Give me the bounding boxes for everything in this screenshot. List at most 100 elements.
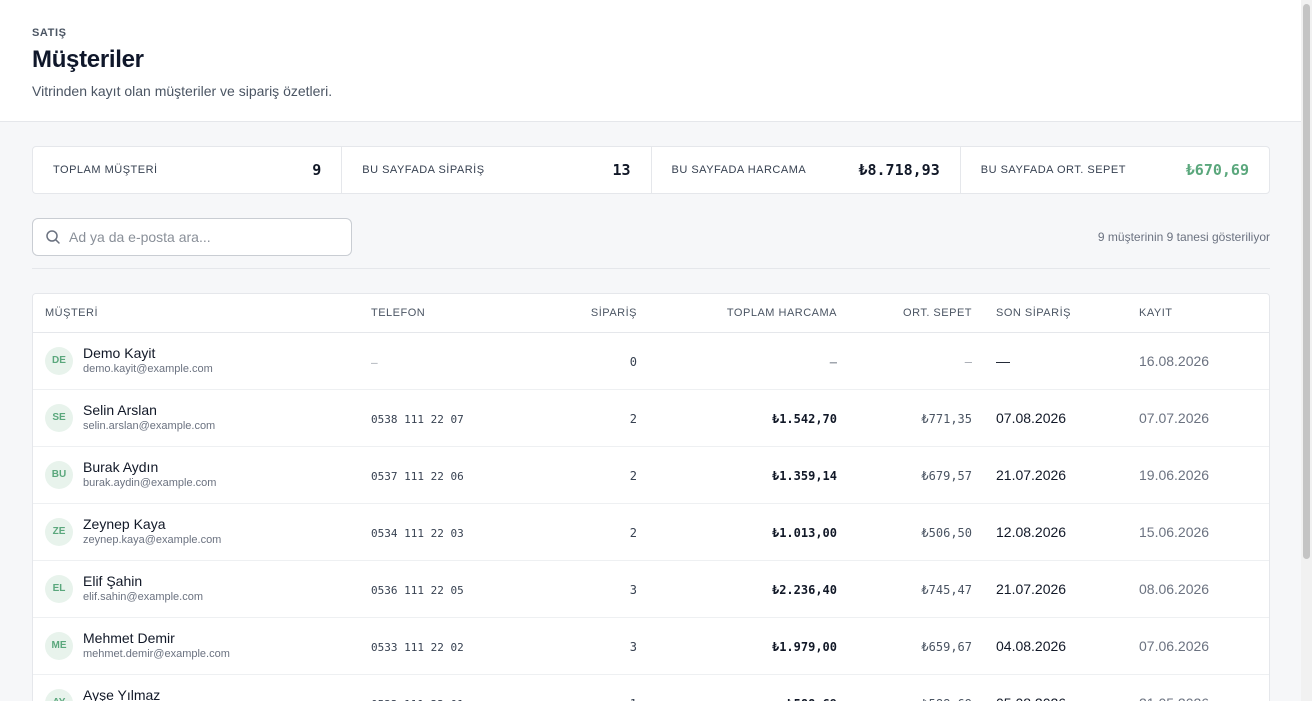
phone-value: 0536 111 22 05 bbox=[371, 583, 464, 597]
total-spend-value: ₺1.979,00 bbox=[771, 639, 837, 654]
customer-cell: AY Ayşe Yılmaz ayse.yilmaz@example.com bbox=[45, 686, 359, 701]
customer-email: mehmet.demir@example.com bbox=[83, 648, 230, 660]
table-row[interactable]: BU Burak Aydın burak.aydin@example.com 0… bbox=[33, 446, 1269, 504]
table-row[interactable]: ME Mehmet Demir mehmet.demir@example.com… bbox=[33, 617, 1269, 675]
stat-label: TOPLAM MÜŞTERİ bbox=[53, 164, 158, 176]
orders-value: 3 bbox=[629, 639, 637, 654]
customer-email: demo.kayit@example.com bbox=[83, 363, 213, 375]
avg-basket-value: ₺659,67 bbox=[921, 639, 972, 654]
registered-value: 07.06.2026 bbox=[1139, 637, 1210, 654]
customer-email: burak.aydin@example.com bbox=[83, 477, 217, 489]
col-total-spend[interactable]: TOPLAM HARCAMA bbox=[637, 294, 837, 333]
avatar: DE bbox=[45, 346, 73, 375]
total-spend-value: ₺588,69 bbox=[786, 697, 837, 701]
avg-basket-value: ₺588,69 bbox=[921, 697, 972, 701]
last-order-value: 21.07.2026 bbox=[996, 580, 1067, 597]
table-row[interactable]: ZE Zeynep Kaya zeynep.kaya@example.com 0… bbox=[33, 503, 1269, 561]
avatar: SE bbox=[45, 403, 73, 432]
last-order-value: 05.08.2026 bbox=[996, 695, 1066, 701]
last-order-value: — bbox=[996, 352, 1010, 369]
registered-value: 19.06.2026 bbox=[1139, 466, 1210, 483]
avatar: BU bbox=[45, 460, 73, 489]
total-spend-value: ₺1.359,14 bbox=[771, 468, 837, 483]
registered-value: 08.06.2026 bbox=[1139, 580, 1210, 597]
page-scrollbar[interactable] bbox=[1301, 0, 1312, 701]
last-order-value: 21.07.2026 bbox=[996, 466, 1067, 483]
orders-value: 2 bbox=[629, 468, 637, 483]
last-order-value: 04.08.2026 bbox=[996, 637, 1067, 654]
avatar: EL bbox=[45, 574, 73, 603]
divider bbox=[32, 268, 1270, 269]
stat-total-customers: TOPLAM MÜŞTERİ 9 bbox=[33, 147, 343, 193]
stat-value: ₺8.718,93 bbox=[858, 161, 940, 179]
customer-email: zeynep.kaya@example.com bbox=[83, 534, 222, 546]
phone-value: 0538 111 22 07 bbox=[371, 412, 464, 426]
section-eyebrow: SATIŞ bbox=[32, 27, 67, 39]
table-row[interactable]: EL Elif Şahin elif.sahin@example.com 053… bbox=[33, 560, 1269, 618]
customer-name[interactable]: Demo Kayit bbox=[83, 344, 213, 362]
customer-name[interactable]: Burak Aydın bbox=[83, 458, 216, 476]
col-avg-basket[interactable]: ORT. SEPET bbox=[837, 294, 972, 333]
orders-value: 1 bbox=[630, 697, 637, 701]
customer-name[interactable]: Selin Arslan bbox=[83, 401, 215, 419]
avg-basket-value: — bbox=[964, 354, 972, 369]
phone-value: 0533 111 22 02 bbox=[371, 640, 464, 654]
last-order-value: 07.08.2026 bbox=[996, 409, 1067, 426]
registered-value: 16.08.2026 bbox=[1139, 352, 1210, 369]
customer-cell: SE Selin Arslan selin.arslan@example.com bbox=[45, 401, 359, 434]
customer-cell: ZE Zeynep Kaya zeynep.kaya@example.com bbox=[45, 515, 359, 548]
col-customer[interactable]: MÜŞTERİ bbox=[33, 294, 359, 333]
registered-value: 07.07.2026 bbox=[1139, 409, 1210, 426]
page-subtitle: Vitrinden kayıt olan müşteriler ve sipar… bbox=[32, 83, 333, 99]
stats-bar: TOPLAM MÜŞTERİ 9 BU SAYFADA SİPARİŞ 13 B… bbox=[32, 146, 1270, 194]
customer-name[interactable]: Zeynep Kaya bbox=[83, 515, 221, 533]
avatar: ZE bbox=[45, 517, 73, 546]
customer-name[interactable]: Elif Şahin bbox=[83, 572, 203, 590]
phone-value: 0537 111 22 06 bbox=[371, 469, 464, 483]
table-row[interactable]: SE Selin Arslan selin.arslan@example.com… bbox=[33, 389, 1269, 447]
avg-basket-value: ₺745,47 bbox=[921, 582, 972, 597]
avatar: AY bbox=[45, 688, 73, 701]
avg-basket-value: ₺506,50 bbox=[921, 525, 972, 540]
customer-name[interactable]: Mehmet Demir bbox=[83, 629, 230, 647]
search-input[interactable] bbox=[69, 229, 339, 245]
avatar: ME bbox=[45, 631, 73, 660]
col-last-order[interactable]: SON SİPARİŞ bbox=[972, 294, 1115, 333]
table-row[interactable]: AY Ayşe Yılmaz ayse.yilmaz@example.com 0… bbox=[33, 674, 1269, 701]
stat-label: BU SAYFADA ORT. SEPET bbox=[980, 164, 1126, 176]
search-icon bbox=[46, 230, 60, 244]
orders-value: 3 bbox=[629, 582, 637, 597]
customer-cell: ME Mehmet Demir mehmet.demir@example.com bbox=[45, 629, 359, 662]
phone-value: — bbox=[371, 355, 378, 369]
total-spend-value: ₺1.542,70 bbox=[771, 411, 837, 426]
orders-value: 0 bbox=[629, 354, 637, 369]
customer-email: selin.arslan@example.com bbox=[83, 420, 216, 432]
result-count: 9 müşterinin 9 tanesi gösteriliyor bbox=[1097, 230, 1270, 244]
stat-page-avg-basket: BU SAYFADA ORT. SEPET ₺670,69 bbox=[961, 147, 1269, 193]
table-row[interactable]: DE Demo Kayit demo.kayit@example.com — 0… bbox=[33, 332, 1269, 390]
stat-value: 13 bbox=[612, 161, 631, 179]
orders-value: 2 bbox=[629, 525, 637, 540]
customer-cell: BU Burak Aydın burak.aydin@example.com bbox=[45, 458, 359, 491]
stat-page-orders: BU SAYFADA SİPARİŞ 13 bbox=[342, 147, 652, 193]
customers-table: MÜŞTERİ TELEFON SİPARİŞ TOPLAM HARCAMA O… bbox=[32, 293, 1270, 701]
search-box[interactable] bbox=[32, 218, 352, 256]
col-orders[interactable]: SİPARİŞ bbox=[509, 294, 637, 333]
stat-page-spend: BU SAYFADA HARCAMA ₺8.718,93 bbox=[652, 147, 961, 193]
col-phone[interactable]: TELEFON bbox=[359, 294, 509, 333]
total-spend-value: ₺2.236,40 bbox=[771, 582, 837, 597]
registered-value: 15.06.2026 bbox=[1139, 523, 1210, 540]
total-spend-value: — bbox=[829, 354, 837, 369]
stat-label: BU SAYFADA SİPARİŞ bbox=[362, 164, 485, 176]
last-order-value: 12.08.2026 bbox=[996, 523, 1067, 540]
page-header: SATIŞ Müşteriler Vitrinden kayıt olan mü… bbox=[0, 0, 1301, 122]
customer-name[interactable]: Ayşe Yılmaz bbox=[83, 686, 217, 701]
col-registered[interactable]: KAYIT bbox=[1115, 294, 1269, 333]
avg-basket-value: ₺771,35 bbox=[921, 411, 972, 426]
phone-value: 0534 111 22 03 bbox=[371, 526, 464, 540]
customer-cell: EL Elif Şahin elif.sahin@example.com bbox=[45, 572, 359, 605]
customer-email: elif.sahin@example.com bbox=[83, 591, 203, 603]
orders-value: 2 bbox=[629, 411, 637, 426]
registered-value: 21.05.2026 bbox=[1139, 695, 1209, 701]
scrollbar-thumb[interactable] bbox=[1303, 4, 1310, 559]
